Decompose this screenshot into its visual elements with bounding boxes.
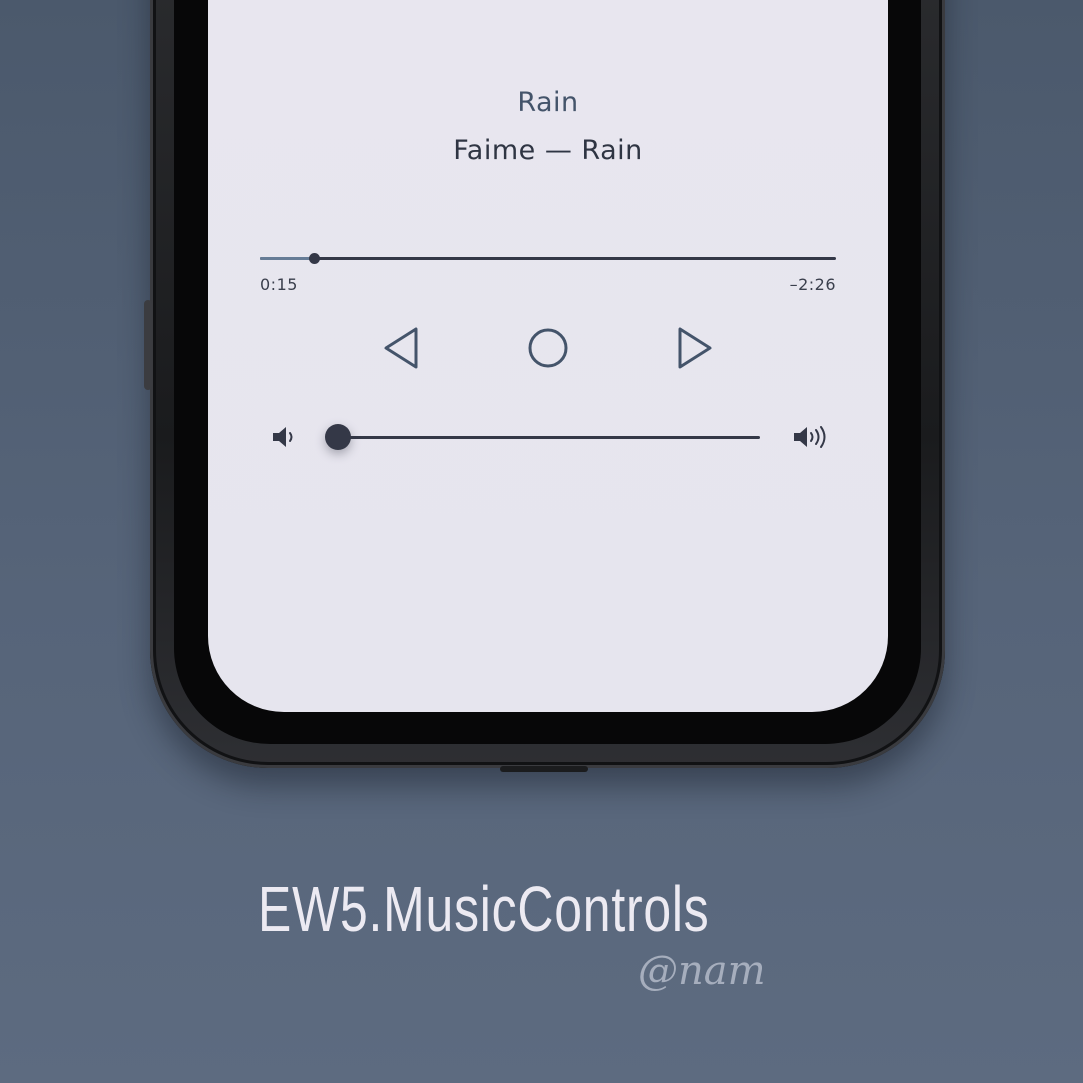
elapsed-time: 0:15 — [260, 275, 298, 294]
volume-slider-knob[interactable] — [325, 424, 351, 450]
previous-triangle-icon — [384, 327, 418, 369]
previous-track-button[interactable] — [378, 324, 426, 372]
author-signature-text: @nam — [638, 948, 766, 994]
speaker-low-icon — [271, 424, 301, 454]
playback-progress-bar[interactable] — [260, 253, 836, 264]
song-artist-album: Faime — Rain — [453, 135, 643, 166]
phone-frame: Rain Faime — Rain 0:15 –2:26 — [144, 0, 945, 772]
playback-progress-fill — [260, 257, 314, 260]
phone-side-button — [144, 300, 152, 390]
author-signature: @nam — [636, 946, 896, 1006]
song-title: Rain — [517, 87, 579, 118]
play-circle-icon — [528, 328, 568, 368]
play-pause-button[interactable] — [524, 324, 572, 372]
phone-port — [500, 766, 588, 772]
speaker-high-icon — [792, 424, 834, 454]
next-triangle-icon — [678, 327, 712, 369]
tweak-name-heading: EW5.MusicControls — [258, 873, 710, 945]
next-track-button[interactable] — [670, 324, 718, 372]
remaining-time: –2:26 — [789, 275, 836, 294]
playback-scrubber-knob[interactable] — [308, 253, 320, 264]
phone-screen: Rain Faime — Rain 0:15 –2:26 — [208, 0, 888, 712]
volume-slider[interactable] — [325, 424, 760, 450]
